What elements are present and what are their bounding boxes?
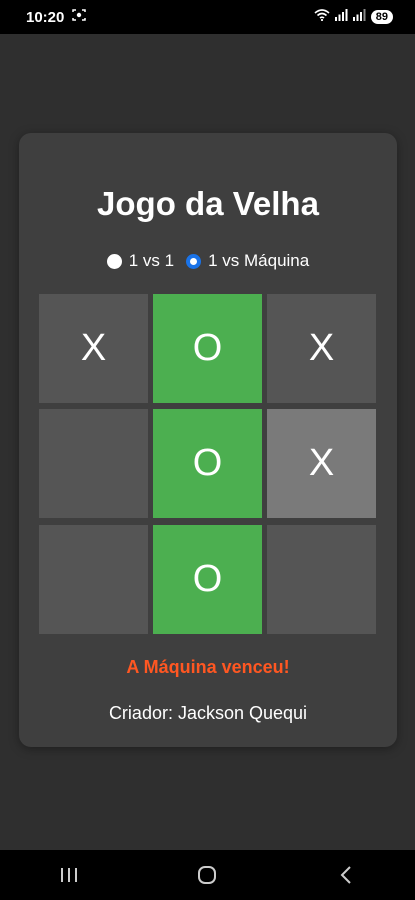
signal-icon-2 — [352, 8, 366, 26]
mode-option-1vs1[interactable]: 1 vs 1 — [106, 251, 175, 271]
creator-credit: Criador: Jackson Quequi — [108, 703, 308, 723]
page-title: Jogo da Velha — [97, 185, 319, 222]
mode-radio-1vs-machine[interactable] — [186, 253, 202, 269]
mode-radio-1vs1[interactable] — [106, 253, 122, 269]
back-icon — [340, 866, 351, 884]
screen-record-icon — [72, 8, 87, 26]
home-icon — [198, 866, 217, 884]
mode-selector: 1 vs 1 1 vs Máquina — [19, 251, 397, 271]
recent-apps-icon — [61, 868, 78, 882]
home-button[interactable] — [177, 855, 237, 895]
status-left: 10:20 — [26, 8, 87, 26]
status-right: 89 — [314, 8, 393, 26]
recent-apps-button[interactable] — [39, 855, 99, 895]
board-cell-7[interactable] — [39, 525, 148, 634]
board-cell-6[interactable]: X — [267, 409, 376, 518]
battery-badge: 89 — [370, 10, 393, 24]
result-message: A Máquina venceu! — [126, 657, 290, 677]
board-cell-9[interactable] — [267, 525, 376, 634]
wifi-icon — [314, 8, 330, 26]
game-board: X O X O X O — [39, 294, 377, 634]
board-cell-2[interactable]: O — [153, 294, 262, 403]
back-button[interactable] — [316, 855, 376, 895]
signal-icon — [334, 8, 348, 26]
navigation-bar — [0, 850, 415, 900]
mode-label-1vs-machine: 1 vs Máquina — [208, 251, 310, 270]
status-time: 10:20 — [26, 8, 65, 26]
game-card: Jogo da Velha 1 vs 1 1 vs Máquina X O X … — [19, 133, 397, 747]
board-cell-1[interactable]: X — [39, 294, 148, 403]
board-cell-5[interactable]: O — [153, 409, 262, 518]
status-bar: 10:20 89 — [0, 0, 415, 34]
board-cell-8[interactable]: O — [153, 525, 262, 634]
mode-label-1vs1: 1 vs 1 — [128, 251, 175, 270]
board-cell-3[interactable]: X — [267, 294, 376, 403]
board-cell-4[interactable] — [39, 409, 148, 518]
mode-option-1vs-machine[interactable]: 1 vs Máquina — [186, 251, 309, 271]
